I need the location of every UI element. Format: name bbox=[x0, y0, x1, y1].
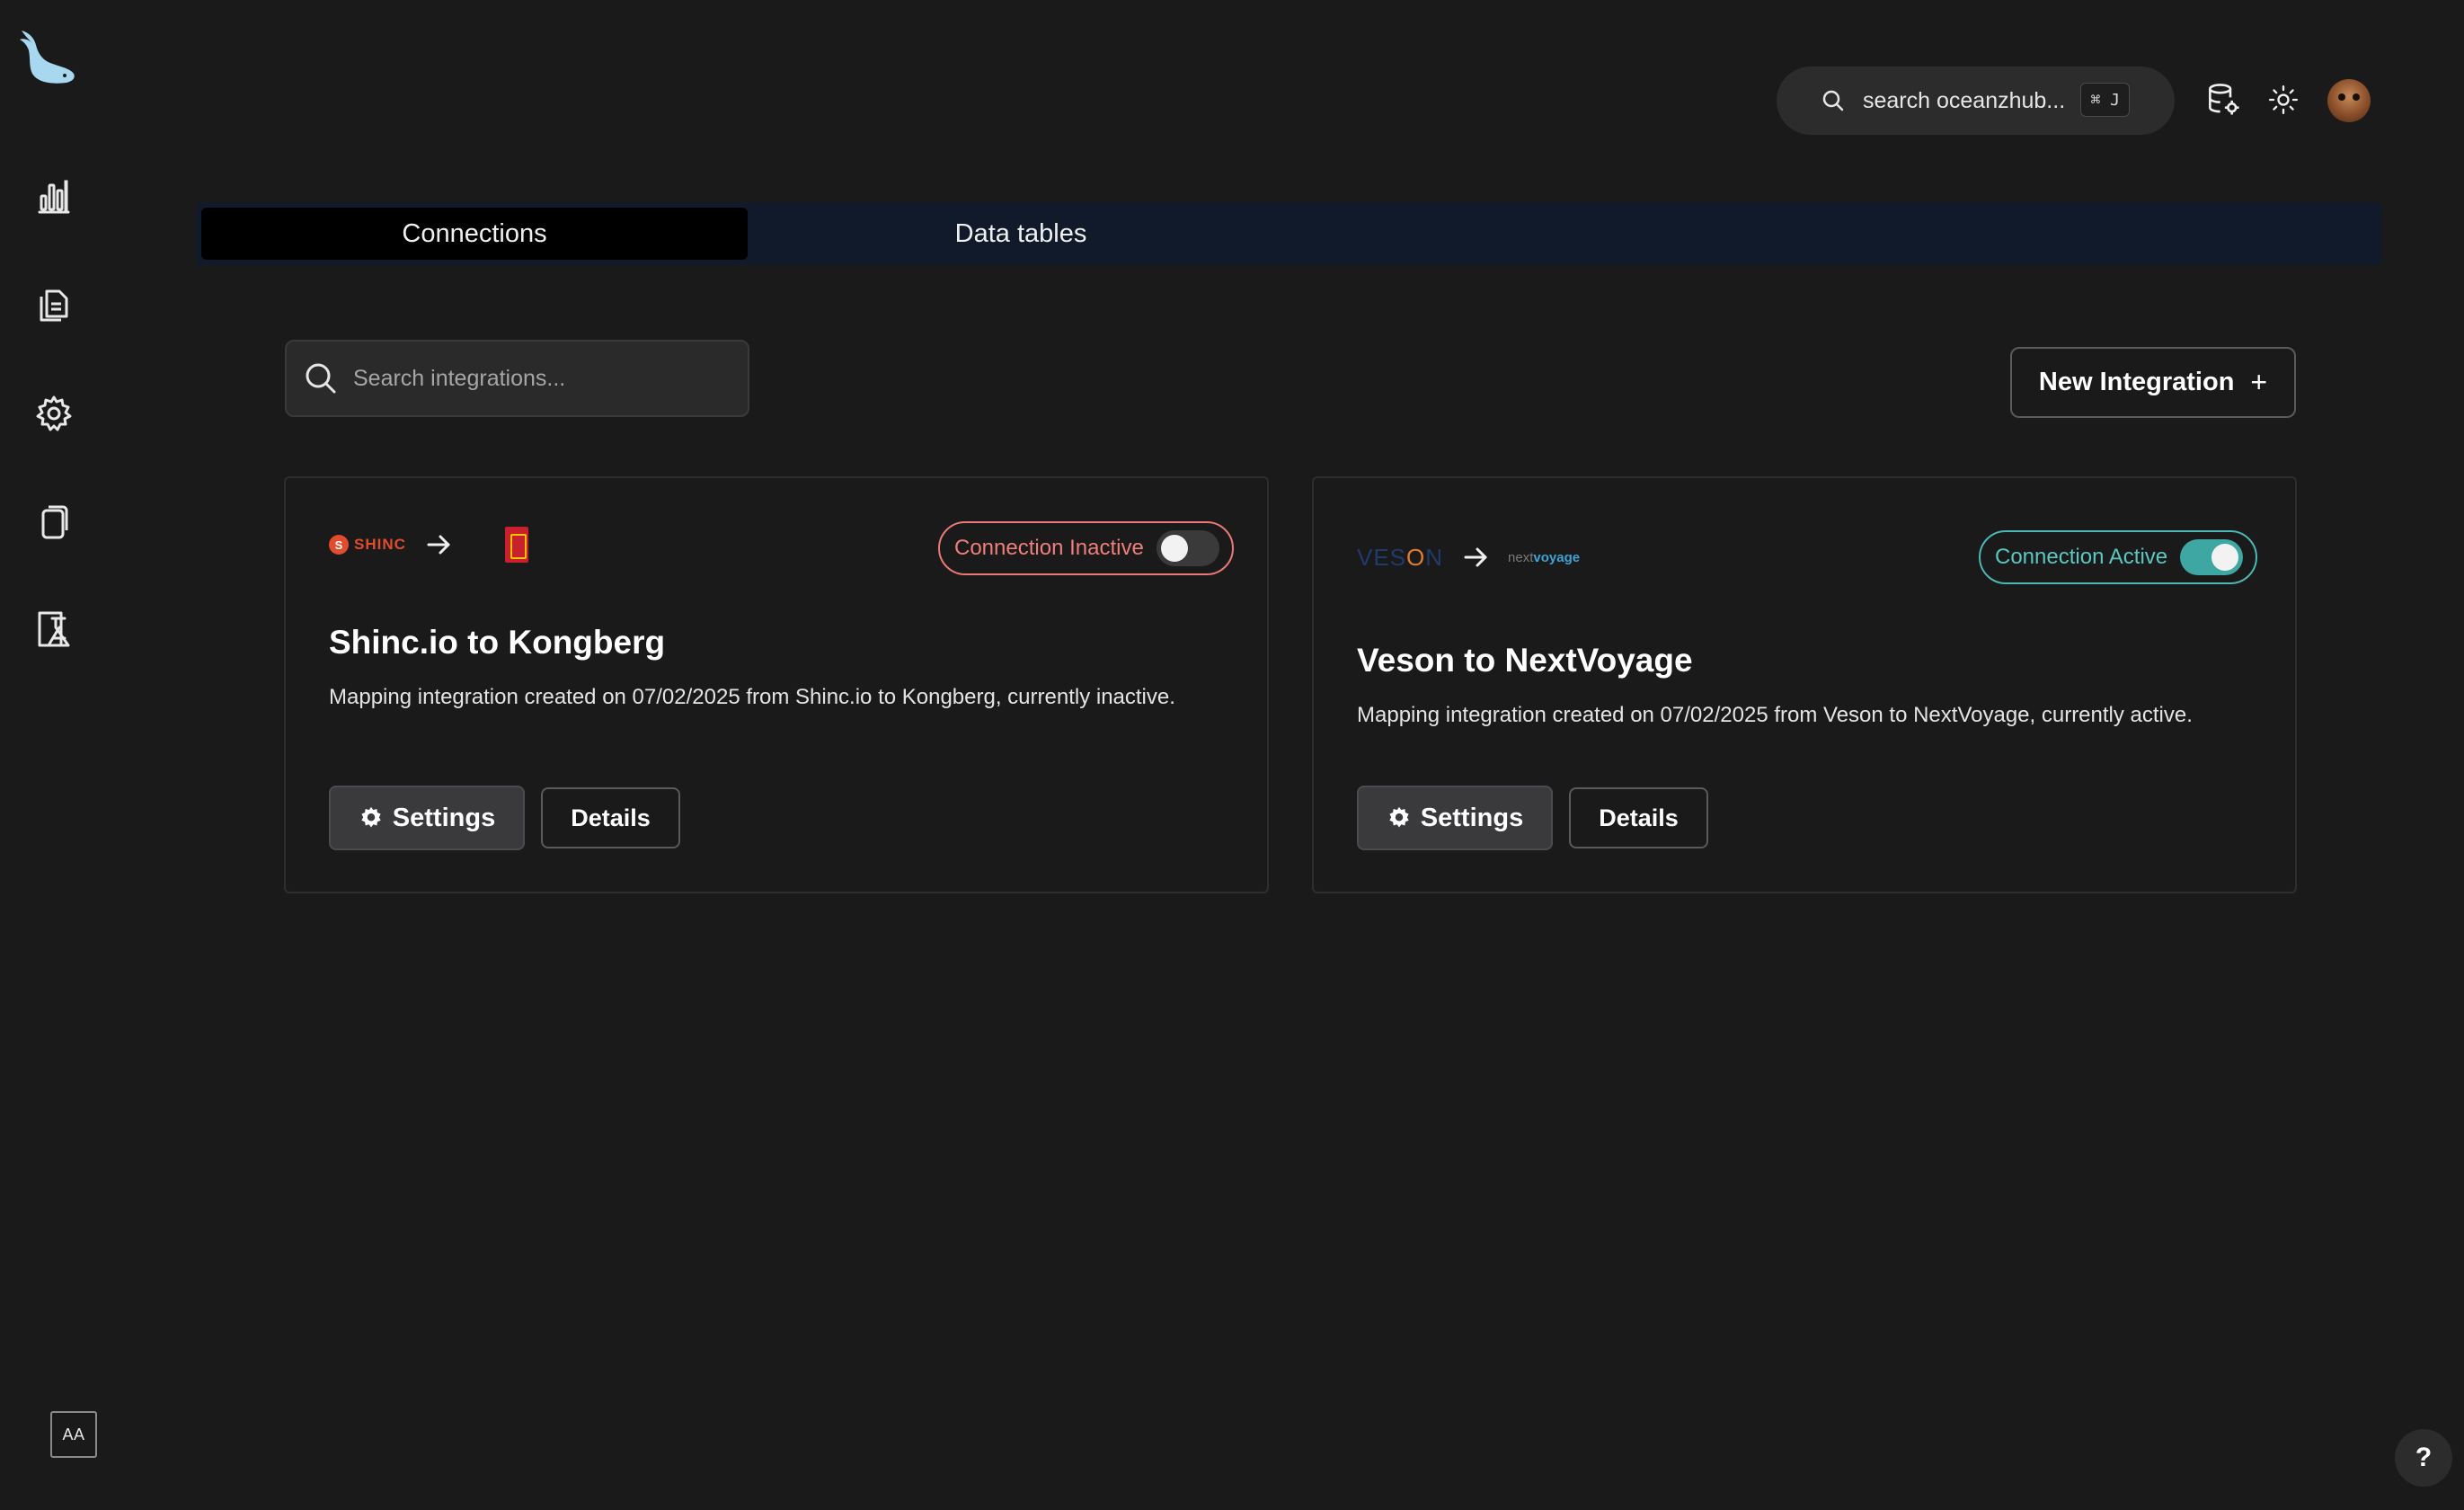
integration-description: Mapping integration created on 07/02/202… bbox=[1357, 703, 2193, 727]
integration-description: Mapping integration created on 07/02/202… bbox=[329, 685, 1175, 709]
settings-button-label: Settings bbox=[392, 803, 496, 832]
gear-icon bbox=[361, 806, 381, 828]
plus-icon: + bbox=[2250, 366, 2268, 398]
details-button[interactable]: Details bbox=[541, 787, 680, 848]
veson-logo: VESON bbox=[1357, 543, 1444, 571]
toggle-knob bbox=[1160, 535, 1188, 562]
new-integration-label: New Integration bbox=[2038, 368, 2235, 396]
help-button[interactable]: ? bbox=[2395, 1429, 2452, 1487]
nextvoyage-logo-prefix: next bbox=[1508, 549, 1534, 565]
integration-card: S SHINC Connection Inactive Shinc.io to … bbox=[284, 476, 1269, 893]
nextvoyage-logo: nextvoyage bbox=[1508, 550, 1580, 565]
lab-flask-icon[interactable] bbox=[31, 606, 77, 653]
global-search-placeholder: search oceanzhub... bbox=[1863, 87, 2066, 113]
toggle-knob bbox=[2211, 544, 2239, 571]
arrow-right-icon bbox=[1464, 547, 1487, 567]
bar-chart-icon[interactable] bbox=[31, 173, 77, 219]
integration-title: Shinc.io to Kongberg bbox=[329, 624, 666, 661]
cards-icon[interactable] bbox=[31, 498, 77, 545]
connection-status-label: Connection Inactive bbox=[954, 536, 1144, 560]
integrations-search-input[interactable]: Search integrations... bbox=[285, 340, 749, 417]
sidebar: AA bbox=[0, 0, 108, 1510]
connection-status-toggle[interactable]: Connection Active bbox=[1979, 530, 2258, 584]
connection-status-label: Connection Active bbox=[1995, 545, 2168, 569]
toggle-switch[interactable] bbox=[2180, 539, 2244, 575]
tab-data-tables[interactable]: Data tables bbox=[748, 208, 1294, 260]
app-root: AA search oceanzhub... ⌘ J Connections D… bbox=[0, 0, 2464, 1510]
integration-title: Veson to NextVoyage bbox=[1357, 642, 1693, 679]
gear-icon bbox=[1389, 806, 1409, 828]
integration-logos: S SHINC bbox=[329, 527, 528, 563]
whale-logo-icon[interactable] bbox=[16, 27, 77, 93]
database-settings-icon[interactable] bbox=[2203, 79, 2245, 120]
settings-button[interactable]: Settings bbox=[1357, 786, 1553, 850]
search-icon bbox=[306, 363, 336, 394]
settings-button[interactable]: Settings bbox=[329, 786, 525, 850]
gear-icon[interactable] bbox=[31, 390, 77, 437]
integration-logos: VESON nextvoyage bbox=[1357, 543, 1580, 572]
shinc-logo-text: SHINC bbox=[354, 536, 406, 553]
integrations-search-placeholder: Search integrations... bbox=[353, 365, 566, 391]
arrow-right-icon bbox=[427, 535, 450, 555]
toggle-switch[interactable] bbox=[1156, 530, 1219, 566]
search-icon bbox=[1822, 90, 1844, 111]
global-search[interactable]: search oceanzhub... ⌘ J bbox=[1777, 67, 2175, 135]
user-avatar[interactable] bbox=[2327, 79, 2371, 122]
integration-card: VESON nextvoyage Connection Active Veson… bbox=[1312, 476, 2297, 893]
connection-status-toggle[interactable]: Connection Inactive bbox=[938, 521, 1234, 575]
font-size-button[interactable]: AA bbox=[50, 1411, 97, 1458]
settings-button-label: Settings bbox=[1420, 803, 1524, 832]
kongberg-logo-icon bbox=[504, 527, 528, 563]
shinc-logo: S SHINC bbox=[329, 535, 406, 555]
nextvoyage-logo-main: voyage bbox=[1533, 549, 1581, 565]
shinc-logo-mark-icon: S bbox=[329, 535, 349, 555]
view-tabs: Connections Data tables bbox=[196, 202, 2381, 265]
search-shortcut-badge: ⌘ J bbox=[2080, 83, 2130, 117]
theme-toggle-sun-icon[interactable] bbox=[2263, 79, 2304, 120]
details-button[interactable]: Details bbox=[1569, 787, 1708, 848]
tab-connections[interactable]: Connections bbox=[201, 208, 748, 260]
new-integration-button[interactable]: New Integration + bbox=[2010, 347, 2296, 418]
documents-icon[interactable] bbox=[31, 280, 77, 327]
